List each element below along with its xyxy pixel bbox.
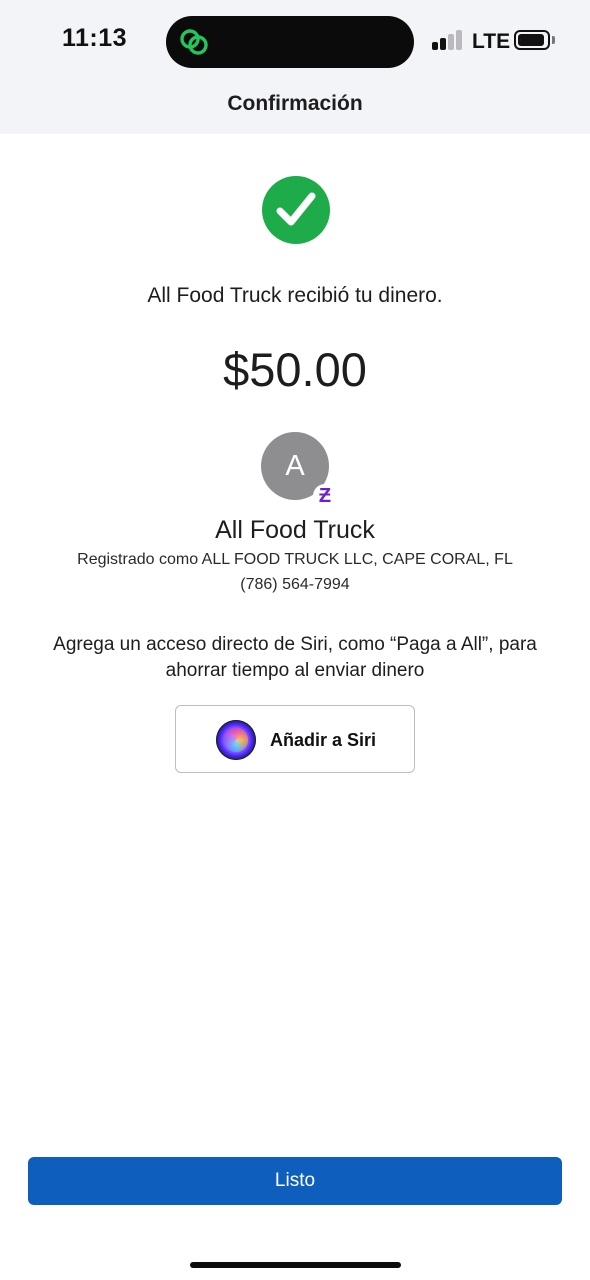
- confirmation-message: All Food Truck recibió tu dinero.: [147, 284, 443, 307]
- zelle-link-icon: [180, 29, 208, 55]
- recipient-registration: Registrado como ALL FOOD TRUCK LLC, CAPE…: [77, 551, 513, 568]
- siri-shortcut-prompt: Agrega un acceso directo de Siri, como “…: [53, 634, 537, 681]
- cellular-signal-icon: [432, 30, 464, 50]
- dynamic-island[interactable]: [166, 16, 414, 68]
- battery-icon: [514, 30, 550, 50]
- home-indicator[interactable]: [190, 1262, 401, 1268]
- add-to-siri-button[interactable]: Añadir a Siri: [175, 705, 415, 773]
- page-title: Confirmación: [227, 92, 363, 115]
- status-time: 11:13: [62, 24, 128, 52]
- checkmark-circle-icon: [262, 176, 330, 244]
- battery-tip: [552, 36, 555, 44]
- network-type: LTE: [472, 30, 511, 53]
- zelle-badge-icon: Ƶ: [313, 484, 337, 508]
- done-button[interactable]: Listo: [28, 1157, 562, 1205]
- recipient-phone: (786) 564-7994: [240, 576, 350, 593]
- add-to-siri-label: Añadir a Siri: [270, 730, 377, 750]
- recipient-name: All Food Truck: [215, 516, 375, 544]
- payment-amount: $50.00: [223, 343, 367, 396]
- siri-icon: [216, 720, 256, 760]
- top-bar: 11:13 LTE Confirmación: [0, 0, 590, 134]
